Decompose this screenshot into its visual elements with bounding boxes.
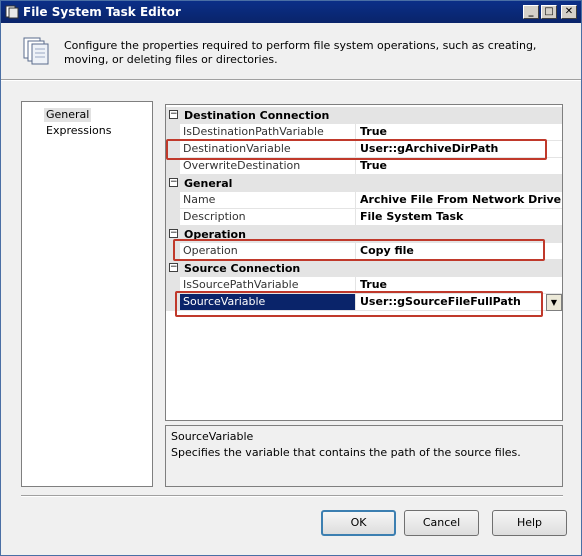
row-gutter bbox=[166, 141, 180, 158]
cancel-button[interactable]: Cancel bbox=[404, 510, 479, 536]
property-row[interactable]: DestinationVariable User::gArchiveDirPat… bbox=[166, 141, 562, 158]
file-stack-icon bbox=[23, 37, 49, 65]
header-panel: Configure the properties required to per… bbox=[1, 23, 581, 79]
close-button[interactable]: ✕ bbox=[561, 5, 577, 19]
title-bar[interactable]: File System Task Editor _ □ ✕ bbox=[1, 1, 581, 23]
category-label: Source Connection bbox=[184, 262, 301, 275]
property-name[interactable]: Name bbox=[180, 192, 356, 209]
category-destination-connection[interactable]: − Destination Connection bbox=[166, 107, 562, 124]
row-gutter bbox=[166, 294, 180, 311]
page-navigation-list: General Expressions bbox=[21, 101, 153, 487]
property-name[interactable]: SourceVariable bbox=[180, 294, 356, 311]
category-source-connection[interactable]: − Source Connection bbox=[166, 260, 562, 277]
ok-button[interactable]: OK bbox=[321, 510, 396, 536]
property-value[interactable]: True bbox=[356, 124, 562, 141]
property-name[interactable]: DestinationVariable bbox=[180, 141, 356, 158]
row-gutter bbox=[166, 243, 180, 260]
property-description-panel: SourceVariable Specifies the variable th… bbox=[165, 425, 563, 487]
footer-divider bbox=[21, 495, 563, 497]
minimize-button[interactable]: _ bbox=[523, 5, 539, 19]
property-row-selected[interactable]: SourceVariable User::gSourceFileFullPath… bbox=[166, 294, 562, 311]
property-value[interactable]: User::gSourceFileFullPath bbox=[356, 294, 562, 311]
property-name[interactable]: IsSourcePathVariable bbox=[180, 277, 356, 294]
description-title: SourceVariable bbox=[171, 430, 254, 443]
description-text: Specifies the variable that contains the… bbox=[171, 446, 521, 459]
property-name[interactable]: IsDestinationPathVariable bbox=[180, 124, 356, 141]
collapse-icon[interactable]: − bbox=[169, 110, 178, 119]
property-name[interactable]: Operation bbox=[180, 243, 356, 260]
nav-item-expressions[interactable]: Expressions bbox=[44, 124, 113, 138]
property-value[interactable]: User::gArchiveDirPath bbox=[356, 141, 562, 158]
row-gutter bbox=[166, 277, 180, 294]
property-value[interactable]: True bbox=[356, 277, 562, 294]
row-gutter bbox=[166, 192, 180, 209]
maximize-button[interactable]: □ bbox=[541, 5, 557, 19]
row-gutter bbox=[166, 209, 180, 226]
window-title: File System Task Editor bbox=[23, 5, 181, 19]
nav-item-general[interactable]: General bbox=[44, 108, 92, 122]
property-grid: − Destination Connection IsDestinationPa… bbox=[165, 104, 563, 421]
property-row[interactable]: Operation Copy file bbox=[166, 243, 562, 260]
help-button[interactable]: Help bbox=[492, 510, 567, 536]
collapse-icon[interactable]: − bbox=[169, 178, 178, 187]
app-icon bbox=[5, 5, 19, 19]
file-system-task-editor-window: File System Task Editor _ □ ✕ Configure … bbox=[0, 0, 582, 556]
property-value[interactable]: Archive File From Network Drive bbox=[356, 192, 562, 209]
row-gutter bbox=[166, 158, 180, 175]
category-general[interactable]: − General bbox=[166, 175, 562, 192]
category-operation[interactable]: − Operation bbox=[166, 226, 562, 243]
row-gutter bbox=[166, 124, 180, 141]
property-value[interactable]: File System Task bbox=[356, 209, 562, 226]
category-label: Destination Connection bbox=[184, 109, 330, 122]
property-row[interactable]: Description File System Task bbox=[166, 209, 562, 226]
collapse-icon[interactable]: − bbox=[169, 229, 178, 238]
property-row[interactable]: OverwriteDestination True bbox=[166, 158, 562, 175]
property-row[interactable]: IsSourcePathVariable True bbox=[166, 277, 562, 294]
property-name[interactable]: Description bbox=[180, 209, 356, 226]
property-name[interactable]: OverwriteDestination bbox=[180, 158, 356, 175]
property-value[interactable]: True bbox=[356, 158, 562, 175]
property-row[interactable]: Name Archive File From Network Drive bbox=[166, 192, 562, 209]
collapse-icon[interactable]: − bbox=[169, 263, 178, 272]
header-divider bbox=[1, 79, 581, 81]
property-value[interactable]: Copy file bbox=[356, 243, 562, 260]
category-label: General bbox=[184, 177, 233, 190]
dropdown-arrow-icon[interactable]: ▼ bbox=[546, 294, 562, 311]
property-row[interactable]: IsDestinationPathVariable True bbox=[166, 124, 562, 141]
header-description: Configure the properties required to per… bbox=[64, 39, 537, 66]
category-label: Operation bbox=[184, 228, 246, 241]
